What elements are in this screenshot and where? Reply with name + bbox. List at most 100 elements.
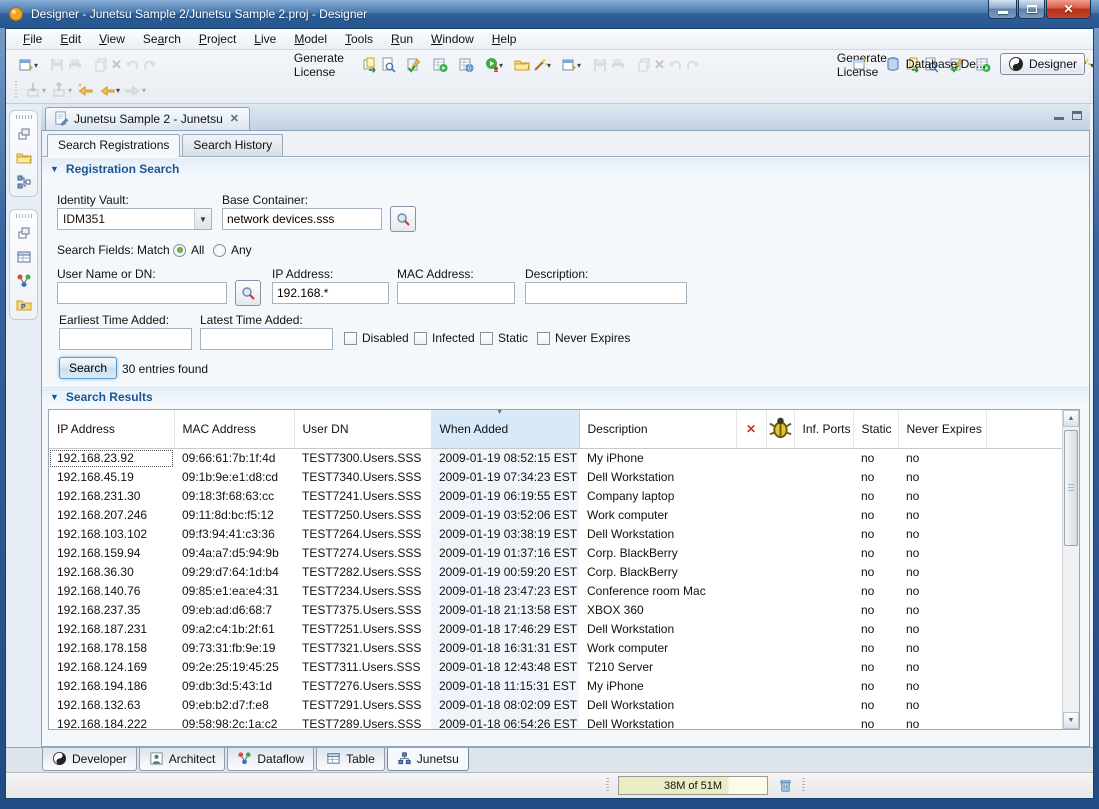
column-header-user-dn[interactable]: User DN (294, 410, 431, 449)
maximize-button[interactable] (1018, 0, 1045, 19)
menu-search[interactable]: Search (134, 30, 190, 48)
username-input[interactable] (57, 282, 227, 304)
subtab-search-history[interactable]: Search History (182, 134, 283, 156)
table-row[interactable]: 192.168.194.18609:db:3d:5:43:1dTEST7276.… (49, 677, 1062, 696)
earliest-input[interactable] (59, 328, 192, 350)
bottom-tab-dataflow[interactable]: Dataflow (227, 748, 314, 771)
latest-input[interactable] (200, 328, 333, 350)
menu-model[interactable]: Model (285, 30, 336, 48)
run-report-icon[interactable] (431, 54, 449, 76)
column-header-never-expires[interactable]: Never Expires (898, 410, 986, 449)
dropdown-arrow-icon[interactable]: ▾ (547, 61, 551, 70)
bottom-tab-junetsu[interactable]: Junetsu (387, 748, 469, 771)
table-row[interactable]: 192.168.187.23109:a2:c4:1b:2f:61TEST7251… (49, 620, 1062, 639)
match-option-any[interactable]: Any (213, 243, 252, 257)
description-input[interactable] (525, 282, 687, 304)
print-icon[interactable] (609, 54, 627, 76)
checkbox-box[interactable] (414, 332, 427, 345)
license-export-icon[interactable] (361, 54, 379, 76)
table-row[interactable]: 192.168.23.9209:66:61:7b:1f:4dTEST7300.U… (49, 449, 1062, 468)
column-header-filler[interactable] (986, 410, 1062, 449)
print-icon[interactable] (66, 54, 84, 76)
table-row[interactable]: 192.168.184.22209:58:98:2c:1a:c2TEST7289… (49, 715, 1062, 731)
bottom-tab-architect[interactable]: Architect (139, 748, 226, 771)
dropdown-arrow-icon[interactable]: ▾ (34, 61, 38, 70)
copy-icon[interactable] (635, 54, 653, 76)
bottom-tab-developer[interactable]: Developer (42, 748, 137, 771)
editor-tab[interactable]: Junetsu Sample 2 - Junetsu ✕ (45, 107, 250, 130)
table-row[interactable]: 192.168.178.15809:73:31:fb:9e:19TEST7321… (49, 639, 1062, 658)
document-generator-icon[interactable] (457, 54, 475, 76)
checkbox-disabled[interactable]: Disabled (344, 331, 409, 345)
menu-view[interactable]: View (90, 30, 134, 48)
table-row[interactable]: 192.168.237.3509:eb:ad:d6:68:7TEST7375.U… (49, 601, 1062, 620)
checkbox-box[interactable] (537, 332, 550, 345)
base-container-input[interactable] (222, 208, 382, 230)
column-header-mac-address[interactable]: MAC Address (174, 410, 294, 449)
table-icon[interactable] (15, 248, 33, 266)
forward-icon[interactable] (122, 79, 144, 101)
subtab-search-registrations[interactable]: Search Registrations (47, 134, 180, 157)
garbage-collect-button[interactable] (774, 776, 796, 795)
menu-run[interactable]: Run (382, 30, 422, 48)
open-folder-icon[interactable] (15, 149, 33, 167)
drag-handle[interactable] (16, 115, 32, 119)
chevron-down-icon[interactable]: ▼ (194, 209, 211, 229)
delete-icon[interactable]: ✕ (653, 54, 666, 76)
table-row[interactable]: 192.168.140.7609:85:e1:ea:e4:31TEST7234.… (49, 582, 1062, 601)
menu-tools[interactable]: Tools (336, 30, 382, 48)
checkbox-box[interactable] (344, 332, 357, 345)
bottom-tab-table[interactable]: Table (316, 748, 385, 771)
scroll-down-icon[interactable]: ▼ (1063, 712, 1079, 729)
checkbox-infected[interactable]: Infected (414, 331, 475, 345)
match-option-all[interactable]: All (173, 243, 204, 257)
delete-entry-icon[interactable]: ✕ (736, 410, 766, 449)
table-row[interactable]: 192.168.207.24609:11:8d:bc:f5:12TEST7250… (49, 506, 1062, 525)
undo-icon[interactable] (123, 54, 141, 76)
table-row[interactable]: 192.168.103.10209:f3:94:41:c3:36TEST7264… (49, 525, 1062, 544)
radio-all[interactable] (173, 244, 186, 257)
checkbox-static[interactable]: Static (480, 331, 528, 345)
table-row[interactable]: 192.168.132.6309:eb:b2:d7:f:e8TEST7291.U… (49, 696, 1062, 715)
identity-vault-select[interactable]: IDM351 ▼ (57, 208, 212, 230)
validate-icon[interactable] (405, 54, 423, 76)
open-folder-icon[interactable] (513, 54, 531, 76)
restore-view-icon[interactable] (15, 125, 33, 143)
column-header-static[interactable]: Static (853, 410, 898, 449)
column-header-ip-address[interactable]: IP Address (49, 410, 174, 449)
column-header-description[interactable]: Description (579, 410, 736, 449)
tab-close-icon[interactable]: ✕ (228, 112, 241, 125)
mac-input[interactable] (397, 282, 515, 304)
drag-handle[interactable] (16, 214, 32, 218)
minimize-button[interactable] (988, 0, 1017, 19)
checkbox-never-expires[interactable]: Never Expires (537, 331, 630, 345)
last-edit-location-icon[interactable] (74, 79, 96, 101)
license-search-icon[interactable] (379, 54, 397, 76)
save-icon[interactable] (48, 54, 66, 76)
project-folder-icon[interactable]: P (15, 296, 33, 314)
browse-user-button[interactable] (235, 280, 261, 306)
radio-any[interactable] (213, 244, 226, 257)
back-icon[interactable] (96, 79, 118, 101)
menu-file[interactable]: File (14, 30, 51, 48)
menu-project[interactable]: Project (190, 30, 245, 48)
redo-icon[interactable] (684, 54, 702, 76)
scrollbar-thumb[interactable] (1064, 430, 1078, 546)
infected-icon[interactable] (766, 410, 794, 449)
ip-input[interactable] (272, 282, 389, 304)
export-icon[interactable] (48, 79, 70, 101)
dropdown-arrow-icon[interactable]: ▾ (499, 61, 503, 70)
dropdown-arrow-icon[interactable]: ▾ (577, 61, 581, 70)
table-row[interactable]: 192.168.36.3009:29:d7:64:1d:b4TEST7282.U… (49, 563, 1062, 582)
dataflow-icon[interactable] (15, 272, 33, 290)
checkbox-box[interactable] (480, 332, 493, 345)
browse-container-button[interactable] (390, 206, 416, 232)
maximize-view-icon[interactable] (1072, 111, 1082, 120)
undo-icon[interactable] (666, 54, 684, 76)
restore-view-icon[interactable] (15, 224, 33, 242)
dropdown-arrow-icon[interactable]: ▾ (1090, 61, 1094, 70)
database-perspective-button[interactable]: Database De... (877, 53, 994, 75)
import-icon[interactable] (22, 79, 44, 101)
close-button[interactable]: ✕ (1046, 0, 1091, 19)
menu-window[interactable]: Window (422, 30, 483, 48)
